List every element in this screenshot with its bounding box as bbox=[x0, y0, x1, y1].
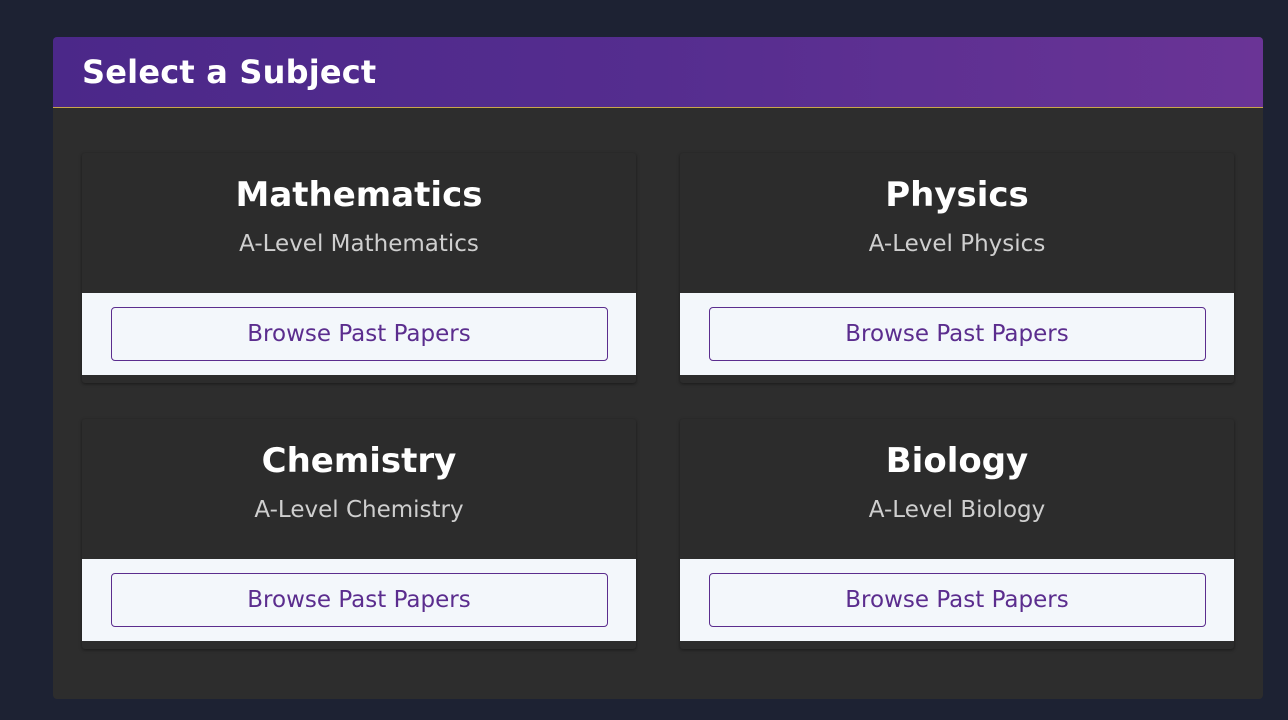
card-body: Mathematics A-Level Mathematics bbox=[82, 153, 636, 293]
card-footer: Browse Past Papers bbox=[82, 559, 636, 641]
card-footer: Browse Past Papers bbox=[680, 559, 1234, 641]
subject-card-physics: Physics A-Level Physics Browse Past Pape… bbox=[680, 153, 1234, 383]
subject-card-chemistry: Chemistry A-Level Chemistry Browse Past … bbox=[82, 419, 636, 649]
card-footer: Browse Past Papers bbox=[680, 293, 1234, 375]
subject-card-mathematics: Mathematics A-Level Mathematics Browse P… bbox=[82, 153, 636, 383]
card-body: Physics A-Level Physics bbox=[680, 153, 1234, 293]
browse-past-papers-button-biology[interactable]: Browse Past Papers bbox=[708, 573, 1206, 627]
card-body: Biology A-Level Biology bbox=[680, 419, 1234, 559]
card-subtitle: A-Level Chemistry bbox=[254, 497, 464, 523]
subject-grid: Mathematics A-Level Mathematics Browse P… bbox=[82, 153, 1234, 649]
page-title: Select a Subject bbox=[82, 53, 377, 91]
card-footer: Browse Past Papers bbox=[82, 293, 636, 375]
browse-past-papers-button-chemistry[interactable]: Browse Past Papers bbox=[110, 573, 608, 627]
browse-past-papers-button-mathematics[interactable]: Browse Past Papers bbox=[110, 307, 608, 361]
card-subtitle: A-Level Physics bbox=[868, 231, 1046, 257]
card-title: Mathematics bbox=[235, 175, 483, 215]
card-title: Physics bbox=[885, 175, 1029, 215]
subject-card-biology: Biology A-Level Biology Browse Past Pape… bbox=[680, 419, 1234, 649]
subject-panel: Select a Subject Mathematics A-Level Mat… bbox=[53, 37, 1263, 699]
panel-header: Select a Subject bbox=[53, 37, 1263, 108]
browse-past-papers-button-physics[interactable]: Browse Past Papers bbox=[708, 307, 1206, 361]
card-body: Chemistry A-Level Chemistry bbox=[82, 419, 636, 559]
card-subtitle: A-Level Mathematics bbox=[239, 231, 479, 257]
card-title: Chemistry bbox=[261, 441, 457, 481]
card-title: Biology bbox=[885, 441, 1029, 481]
card-subtitle: A-Level Biology bbox=[868, 497, 1046, 523]
